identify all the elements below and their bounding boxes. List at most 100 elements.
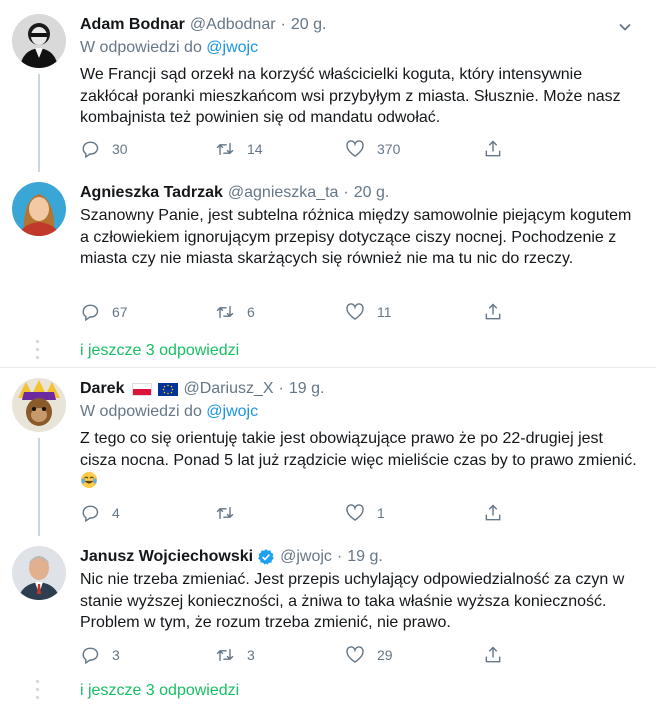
like-count: 370	[377, 141, 401, 157]
reply-count: 67	[112, 304, 128, 320]
like-button[interactable]: 1	[345, 502, 385, 524]
tweet-text-wrapper: Z tego co się orientuję takie jest obowi…	[80, 428, 640, 493]
reply-icon	[82, 647, 99, 665]
tweet-header: Agnieszka Tadrzak @agnieszka_ta · 20 g.	[80, 182, 389, 204]
share-button[interactable]	[483, 138, 515, 160]
tweet-adam-bodnar[interactable]: Adam Bodnar @Adbodnar · 20 g. W odpowied…	[0, 14, 656, 172]
tweet-text: We Francji sąd orzekł na korzyść właścic…	[80, 66, 621, 126]
like-icon	[346, 646, 364, 663]
thread-dots	[36, 340, 40, 364]
tweet-time[interactable]: 19 g.	[347, 546, 383, 568]
tweet-time[interactable]: 20 g.	[291, 14, 327, 36]
tweet-darek[interactable]: Darek @Dariusz_X · 19 g. W odpowiedzi do…	[0, 378, 656, 536]
tweet-janusz-wojciechowski[interactable]: Janusz Wojciechowski @jwojc · 19 g. Nic …	[0, 546, 656, 676]
author-handle[interactable]: @agnieszka_ta	[228, 182, 339, 204]
tweet-header: Adam Bodnar @Adbodnar · 20 g.	[80, 14, 326, 36]
divider	[0, 367, 656, 368]
more-replies-row[interactable]: i jeszcze 3 odpowiedzi	[0, 334, 656, 370]
tweet-text: Nic nie trzeba zmieniać. Jest przepis uc…	[80, 571, 625, 631]
share-icon	[485, 303, 501, 320]
like-button[interactable]: 11	[345, 301, 392, 323]
author-name[interactable]: Adam Bodnar	[80, 14, 185, 36]
reply-button[interactable]: 3	[80, 644, 120, 666]
retweet-button[interactable]: 14	[215, 138, 263, 160]
reply-count: 30	[112, 141, 128, 157]
separator-dot: ·	[278, 380, 284, 397]
reply-context: W odpowiedzi do @jwojc	[80, 37, 258, 59]
reply-context: W odpowiedzi do @jwojc	[80, 401, 258, 423]
tweet-actions: 30 14 370	[80, 138, 520, 160]
more-replies-link[interactable]: i jeszcze 3 odpowiedzi	[80, 342, 239, 360]
like-count: 11	[377, 304, 392, 320]
separator-dot: ·	[280, 16, 286, 33]
reply-button[interactable]: 30	[80, 138, 128, 160]
retweet-icon	[216, 649, 234, 661]
retweet-count: 3	[247, 647, 255, 663]
like-button[interactable]: 29	[345, 644, 393, 666]
author-handle[interactable]: @jwojc	[280, 546, 332, 568]
more-replies-row[interactable]: i jeszcze 3 odpowiedzi	[0, 674, 656, 709]
reply-icon	[82, 141, 99, 159]
retweet-button[interactable]: 3	[215, 644, 255, 666]
share-icon	[485, 646, 501, 663]
tweet-header: Janusz Wojciechowski @jwojc · 19 g.	[80, 546, 383, 568]
thread-dots	[36, 680, 40, 704]
reply-mention-link[interactable]: @jwojc	[206, 403, 258, 420]
retweet-icon	[216, 306, 234, 318]
like-button[interactable]: 370	[345, 138, 400, 160]
reply-prefix: W odpowiedzi do	[80, 39, 202, 56]
more-replies-link[interactable]: i jeszcze 3 odpowiedzi	[80, 682, 239, 700]
reply-count: 3	[112, 647, 120, 663]
reply-mention-link[interactable]: @jwojc	[206, 39, 258, 56]
poland-flag-icon	[132, 382, 153, 396]
share-icon	[485, 504, 501, 521]
thread-line	[38, 74, 40, 172]
avatar[interactable]	[12, 182, 66, 236]
tweet-actions: 67 6 11	[80, 301, 520, 323]
reply-icon	[82, 304, 99, 322]
retweet-button[interactable]: 6	[215, 301, 255, 323]
like-count: 1	[377, 505, 385, 521]
reply-count: 4	[112, 505, 120, 521]
tweet-actions: 4 1	[80, 502, 520, 524]
share-button[interactable]	[483, 502, 515, 524]
like-count: 29	[377, 647, 393, 663]
like-icon	[346, 140, 364, 157]
like-icon	[346, 303, 364, 320]
share-button[interactable]	[483, 644, 515, 666]
like-icon	[346, 504, 364, 521]
retweet-icon	[216, 507, 234, 519]
avatar[interactable]	[12, 378, 66, 432]
author-handle[interactable]: @Dariusz_X	[183, 378, 273, 400]
verified-badge-icon	[258, 549, 274, 565]
reply-icon	[82, 505, 99, 523]
tweet-time[interactable]: 19 g.	[289, 378, 325, 400]
retweet-count: 14	[247, 141, 263, 157]
retweet-button[interactable]	[215, 502, 247, 524]
share-button[interactable]	[483, 301, 515, 323]
retweet-icon	[216, 143, 234, 155]
tweet-agnieszka-tadrzak[interactable]: Agnieszka Tadrzak @agnieszka_ta · 20 g. …	[0, 182, 656, 332]
tears-of-joy-emoji-icon	[80, 471, 98, 489]
author-name[interactable]: Darek	[80, 378, 124, 400]
thread-line	[38, 438, 40, 536]
tweet-text: Szanowny Panie, jest subtelna różnica mi…	[80, 207, 632, 267]
avatar[interactable]	[12, 546, 66, 600]
tweet-header: Darek @Dariusz_X · 19 g.	[80, 378, 324, 400]
author-name[interactable]: Janusz Wojciechowski	[80, 546, 253, 568]
share-icon	[485, 140, 501, 157]
author-handle[interactable]: @Adbodnar	[190, 14, 276, 36]
tweet-text: Z tego co się orientuję takie jest obowi…	[80, 430, 637, 469]
tweet-time[interactable]: 20 g.	[354, 182, 390, 204]
eu-flag-icon	[158, 382, 179, 396]
chevron-down-icon[interactable]	[618, 20, 632, 34]
separator-dot: ·	[343, 184, 349, 201]
tweet-actions: 3 3 29	[80, 644, 520, 666]
reply-button[interactable]: 4	[80, 502, 120, 524]
reply-prefix: W odpowiedzi do	[80, 403, 202, 420]
reply-thread: Adam Bodnar @Adbodnar · 20 g. W odpowied…	[0, 0, 656, 709]
retweet-count: 6	[247, 304, 255, 320]
avatar[interactable]	[12, 14, 66, 68]
author-name[interactable]: Agnieszka Tadrzak	[80, 182, 223, 204]
reply-button[interactable]: 67	[80, 301, 128, 323]
